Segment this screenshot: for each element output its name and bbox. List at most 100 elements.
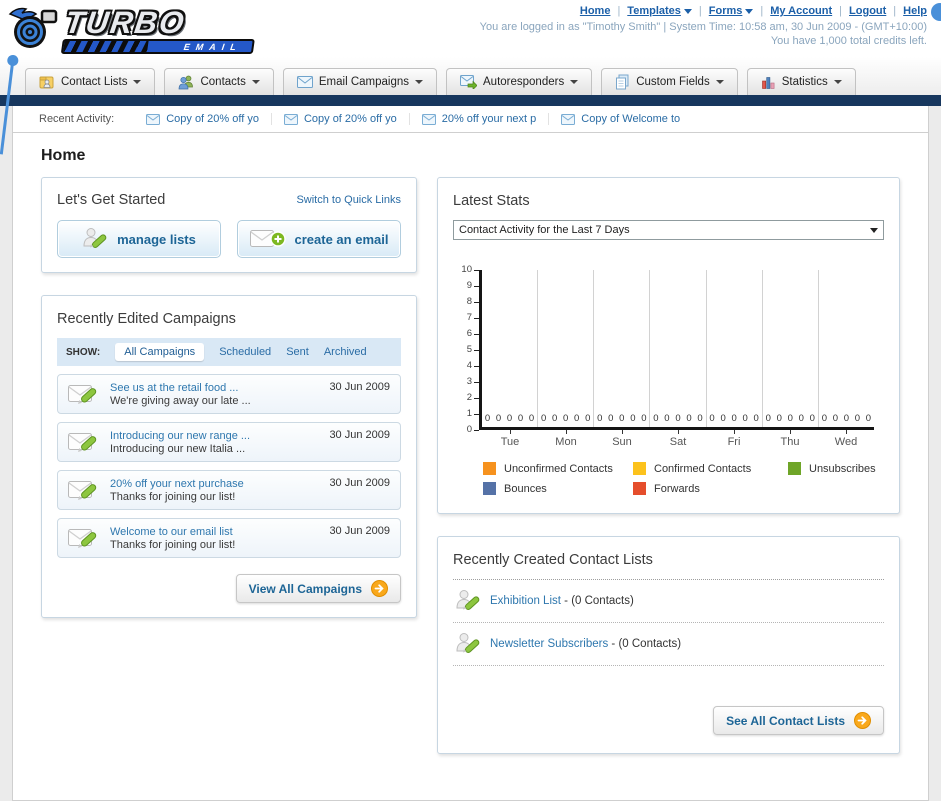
contact-lists-icon — [39, 76, 54, 89]
tab-contacts[interactable]: Contacts — [164, 68, 274, 95]
logo-subtitle-bar: EMAIL — [60, 39, 255, 54]
x-tick-label: Tue — [482, 430, 538, 448]
top-link-forms[interactable]: Forms — [709, 5, 754, 17]
value-labels: 00000 — [821, 413, 872, 424]
tab-custom-fields[interactable]: Custom Fields — [601, 68, 738, 95]
tab-statistics[interactable]: Statistics — [746, 68, 856, 95]
chart-legend: Unconfirmed Contacts Confirmed Contacts Un… — [483, 462, 884, 495]
main-nav: Contact Lists Contacts Email Campaigns A… — [0, 68, 941, 95]
x-tick-label: Mon — [538, 430, 594, 448]
recent-activity-label: Recent Activity: — [39, 113, 115, 125]
tab-contact-lists[interactable]: Contact Lists — [25, 68, 156, 95]
envelope-icon — [421, 113, 436, 125]
arrow-right-icon — [854, 712, 871, 729]
value-labels: 00000 — [484, 413, 535, 424]
recent-activity-item[interactable]: 20% off your next p — [410, 113, 550, 125]
header-top-right: Home Templates Forms My Account Logout H… — [480, 5, 927, 47]
recently-created-contact-lists-panel: Recently Created Contact Lists Exhibitio… — [437, 536, 900, 754]
filter-archived[interactable]: Archived — [324, 346, 367, 358]
contact-list-edit-icon — [456, 590, 480, 610]
envelope-icon — [146, 113, 161, 125]
see-all-contact-lists-button[interactable]: See All Contact Lists — [713, 706, 884, 735]
chevron-down-icon — [870, 227, 878, 233]
login-status-text: You are logged in as "Timothy Smith" | S… — [479, 21, 927, 33]
campaign-row: 20% off your next purchase Thanks for jo… — [57, 470, 401, 510]
switch-quick-links[interactable]: Switch to Quick Links — [296, 194, 401, 206]
arrow-right-icon — [371, 580, 388, 597]
accent-bar — [0, 95, 941, 106]
email-campaigns-icon — [296, 76, 313, 88]
legend-swatch — [633, 482, 646, 495]
recent-activity-item[interactable]: Copy of 20% off yo — [272, 113, 410, 125]
campaign-subtitle: We're giving away our late ... — [110, 394, 251, 407]
campaign-edit-icon — [68, 385, 97, 404]
view-all-campaigns-button[interactable]: View All Campaigns — [235, 574, 401, 603]
chart-group: 00000 — [819, 270, 874, 427]
top-link-templates[interactable]: Templates — [627, 5, 692, 17]
campaign-title-link[interactable]: Welcome to our email list — [110, 526, 235, 538]
legend-swatch — [788, 462, 801, 475]
legend-swatch — [483, 482, 496, 495]
campaign-subtitle: Thanks for joining our list! — [110, 538, 236, 551]
campaign-date: 30 Jun 2009 — [329, 381, 390, 393]
app-logo[interactable]: TURBO EMAIL — [8, 4, 256, 54]
contact-list-link[interactable]: Newsletter Subscribers — [490, 638, 608, 650]
legend-swatch — [483, 462, 496, 475]
create-email-icon — [249, 230, 286, 247]
envelope-icon — [283, 113, 298, 125]
envelope-icon — [561, 113, 576, 125]
top-link-logout[interactable]: Logout — [849, 5, 886, 17]
contact-list-item: Newsletter Subscribers - (0 Contacts) — [453, 623, 884, 666]
campaigns-panel-title: Recently Edited Campaigns — [57, 311, 236, 327]
filter-all-campaigns[interactable]: All Campaigns — [115, 343, 205, 361]
campaign-edit-icon — [68, 481, 97, 500]
chevron-down-icon — [415, 80, 423, 84]
tab-autoresponders[interactable]: Autoresponders — [446, 68, 593, 95]
campaign-title-link[interactable]: Introducing our new range ... — [110, 430, 250, 442]
get-started-panel: Let's Get Started Switch to Quick Links … — [41, 177, 417, 273]
chart-group: 00000 — [594, 270, 651, 427]
recent-activity-item[interactable]: Copy of Welcome to — [549, 113, 692, 125]
filter-scheduled[interactable]: Scheduled — [219, 346, 271, 358]
campaign-subtitle: Thanks for joining our list! — [110, 490, 236, 503]
recently-edited-campaigns-panel: Recently Edited Campaigns SHOW: All Camp… — [41, 295, 417, 618]
x-tick-label: Sat — [650, 430, 706, 448]
manage-lists-button[interactable]: manage lists — [57, 220, 221, 258]
campaign-row: Welcome to our email list Thanks for joi… — [57, 518, 401, 558]
chevron-down-icon — [251, 80, 260, 84]
recent-activity-item[interactable]: Copy of 20% off yo — [134, 113, 272, 125]
filter-sent[interactable]: Sent — [286, 346, 309, 358]
campaign-subtitle: Introducing our new Italia ... — [110, 442, 246, 455]
recent-activity-bar: Recent Activity: Copy of 20% off yo Copy… — [13, 106, 928, 133]
value-labels: 00000 — [653, 413, 703, 424]
chart-group: 00000 — [650, 270, 707, 427]
latest-stats-panel: Latest Stats Contact Activity for the La… — [437, 177, 900, 514]
top-link-my-account[interactable]: My Account — [770, 5, 832, 17]
campaign-edit-icon — [68, 433, 97, 452]
contact-list-item: Exhibition List - (0 Contacts) — [453, 580, 884, 623]
campaign-title-link[interactable]: See us at the retail food ... — [110, 382, 251, 394]
campaign-title-link[interactable]: 20% off your next purchase — [110, 478, 244, 490]
stats-report-select[interactable]: Contact Activity for the Last 7 Days — [453, 220, 884, 240]
x-tick-label: Sun — [594, 430, 650, 448]
campaign-row: See us at the retail food ... We're givi… — [57, 374, 401, 414]
tab-email-campaigns[interactable]: Email Campaigns — [282, 68, 437, 95]
contact-list-link[interactable]: Exhibition List — [490, 595, 561, 607]
custom-fields-icon — [616, 74, 629, 90]
chart-group: 00000 — [538, 270, 595, 427]
credits-text: You have 1,000 total credits left. — [770, 35, 927, 47]
chevron-down-icon — [570, 80, 579, 84]
contacts-icon — [179, 75, 194, 90]
chart-group: 00000 — [763, 270, 819, 427]
chevron-down-icon — [745, 8, 754, 14]
chart-x-axis: Tue Mon Sun Sat Fri Thu Wed — [482, 430, 874, 448]
top-link-home[interactable]: Home — [580, 5, 611, 17]
contact-list-edit-icon — [456, 633, 480, 653]
chart-group: 00000 — [707, 270, 763, 427]
create-email-button[interactable]: create an email — [237, 220, 401, 258]
campaign-date: 30 Jun 2009 — [329, 429, 390, 441]
logo-subtitle: EMAIL — [183, 41, 243, 52]
top-link-help[interactable]: Help — [903, 5, 927, 17]
value-labels: 00000 — [597, 413, 647, 424]
autoresponders-icon — [460, 75, 477, 89]
